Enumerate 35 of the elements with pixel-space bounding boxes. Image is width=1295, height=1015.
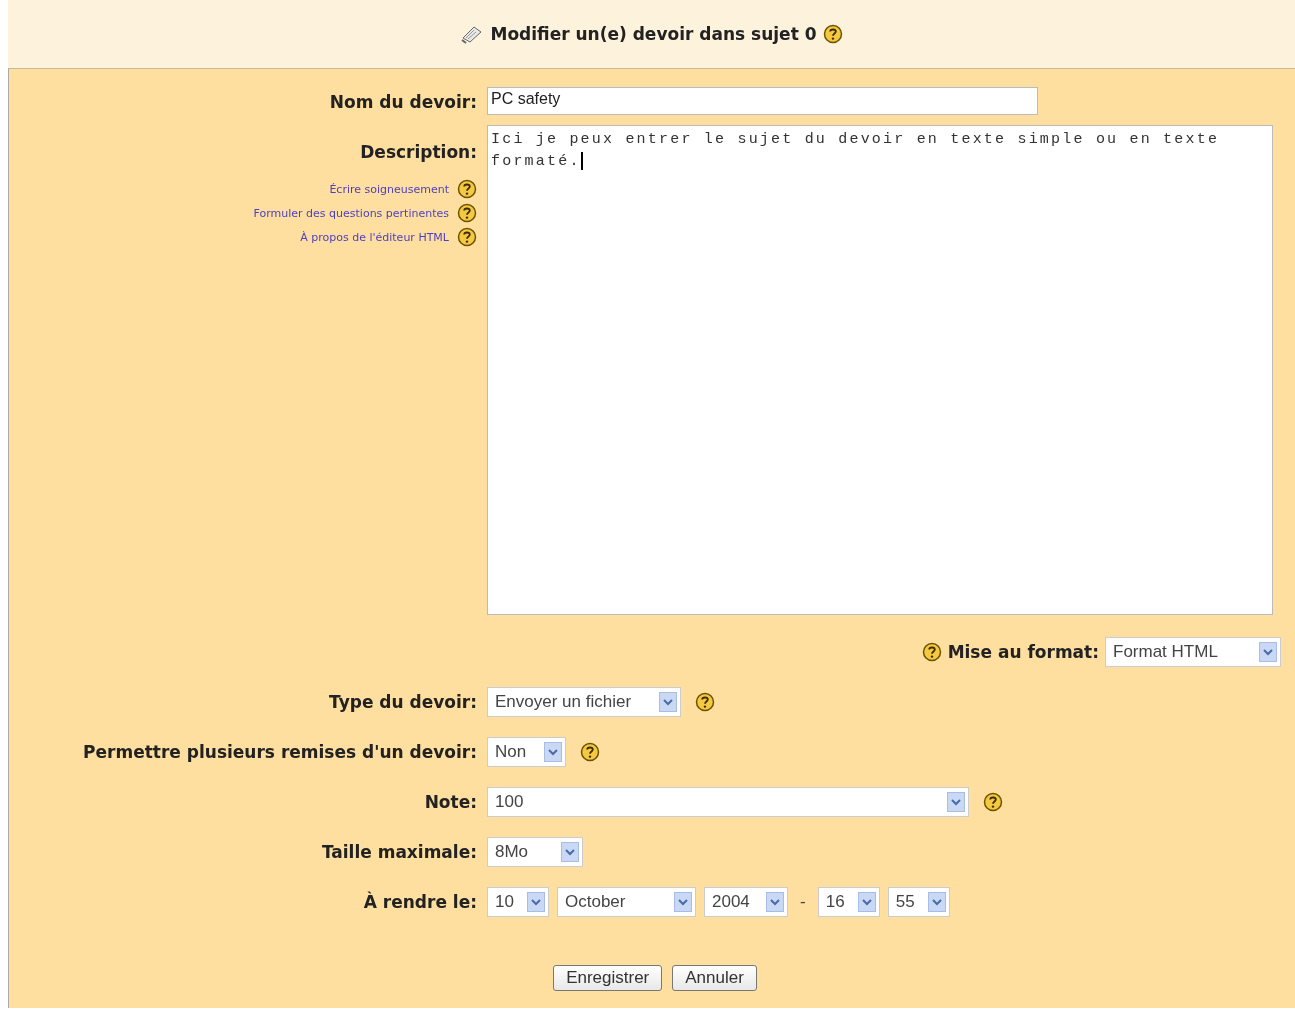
separator-text: - — [800, 892, 806, 912]
input-field[interactable]: PC safety — [487, 87, 1038, 115]
help-icon[interactable] — [695, 692, 715, 712]
page-title: Modifier un(e) devoir dans sujet 0 — [490, 24, 817, 44]
field-label: À rendre le: — [363, 890, 477, 914]
help-icon[interactable] — [580, 742, 600, 762]
select-field[interactable]: 10 — [487, 887, 549, 917]
text-area[interactable]: Ici je peux entrer le sujet du devoir en texte simple ou en texte formaté. — [487, 125, 1273, 615]
select-field[interactable]: 16 — [817, 887, 880, 917]
select-field[interactable]: 100 — [487, 787, 969, 817]
select-field[interactable]: 8Mo — [487, 837, 583, 867]
field-label: Description: — [360, 141, 477, 164]
field-label: Nom du devoir: — [329, 91, 477, 114]
save-button[interactable]: Enregistrer — [553, 965, 663, 991]
select-field[interactable]: Non — [487, 737, 566, 767]
select-field[interactable]: Envoyer un fichier — [487, 687, 681, 717]
help-icon[interactable] — [822, 24, 843, 44]
field-label: Taille maximale: — [321, 841, 477, 864]
help-link[interactable]: À propos de l'éditeur HTML — [300, 230, 449, 244]
help-icon[interactable] — [921, 642, 942, 662]
help-icon[interactable] — [457, 179, 477, 199]
help-link[interactable]: Écrire soigneusement — [329, 182, 449, 196]
help-icon[interactable] — [457, 227, 477, 247]
select-field[interactable]: 2004 — [704, 887, 788, 917]
field-label: Type du devoir: — [329, 691, 477, 714]
help-link[interactable]: Formuler des questions pertinentes — [253, 206, 449, 220]
help-icon[interactable] — [457, 203, 477, 223]
field-label: Note: — [424, 791, 477, 814]
select-field[interactable]: October — [557, 887, 696, 917]
cancel-button[interactable]: Annuler — [672, 965, 757, 991]
select-field[interactable]: 55 — [887, 887, 950, 917]
help-icon[interactable] — [983, 792, 1003, 812]
format-select[interactable]: Format HTML — [1105, 637, 1281, 667]
field-label: Mise au format: — [947, 641, 1099, 664]
field-label: Permettre plusieurs remises d'un devoir: — [83, 741, 477, 764]
